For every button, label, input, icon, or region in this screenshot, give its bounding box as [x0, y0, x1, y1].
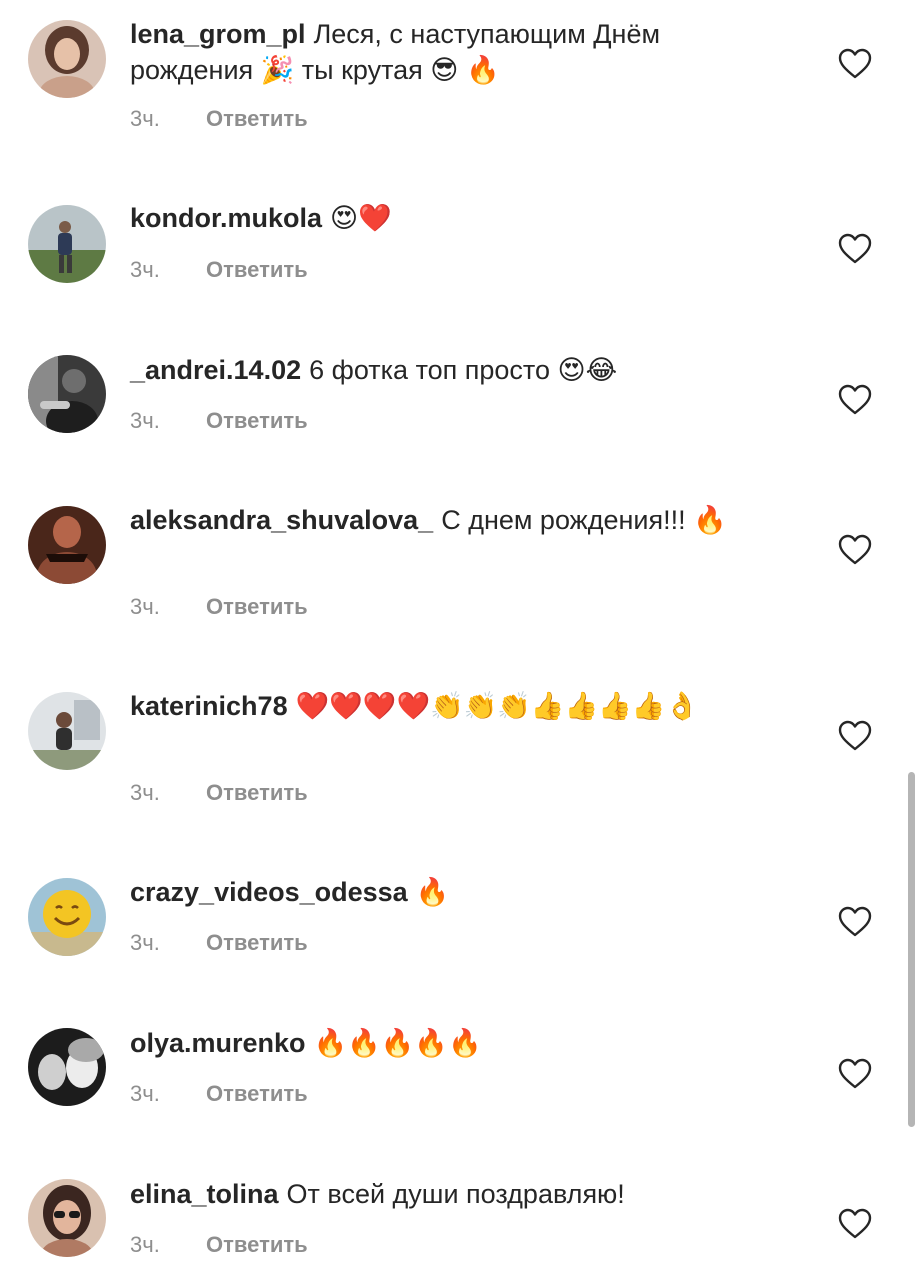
comment-time: 3ч. [130, 594, 160, 619]
comment-text-block: lena_grom_pl Леся, с наступающим Днём рож… [130, 16, 780, 88]
comment-meta: 3ч. Ответить [130, 257, 308, 283]
avatar[interactable] [28, 506, 106, 584]
reply-button[interactable]: Ответить [206, 1081, 308, 1106]
avatar[interactable] [28, 1179, 106, 1257]
comment-time: 3ч. [130, 930, 160, 955]
heart-outline-icon[interactable] [838, 233, 872, 265]
heart-outline-icon[interactable] [838, 1058, 872, 1090]
reply-button[interactable]: Ответить [206, 594, 308, 619]
comment-meta: 3ч. Ответить [130, 1232, 308, 1258]
comment-meta: 3ч. Ответить [130, 930, 308, 956]
comment-meta: 3ч. Ответить [130, 594, 308, 620]
comment-username[interactable]: katerinich78 [130, 691, 288, 721]
reply-button[interactable]: Ответить [206, 257, 308, 282]
reply-button[interactable]: Ответить [206, 106, 308, 131]
heart-outline-icon[interactable] [838, 384, 872, 416]
reply-button[interactable]: Ответить [206, 930, 308, 955]
comment-username[interactable]: olya.murenko [130, 1028, 306, 1058]
avatar[interactable] [28, 1028, 106, 1106]
comment-username[interactable]: crazy_videos_odessa [130, 877, 408, 907]
comment-text-block: _andrei.14.02 6 фотка топ просто 😍😂 [130, 352, 780, 388]
comment-meta: 3ч. Ответить [130, 1081, 308, 1107]
avatar[interactable] [28, 20, 106, 98]
comment-meta: 3ч. Ответить [130, 408, 308, 434]
comment-time: 3ч. [130, 780, 160, 805]
scrollbar[interactable] [908, 772, 915, 1127]
comment-text-block: kondor.mukola 😍❤️ [130, 200, 780, 236]
comment-username[interactable]: _andrei.14.02 [130, 355, 301, 385]
comment-meta: 3ч. Ответить [130, 780, 308, 806]
comment-text-block: olya.murenko 🔥🔥🔥🔥🔥 [130, 1025, 780, 1061]
comment-body: От всей души поздравляю! [286, 1179, 625, 1209]
comment-body: 😍❤️ [330, 203, 392, 233]
comment-username[interactable]: elina_tolina [130, 1179, 279, 1209]
comment-username[interactable]: lena_grom_pl [130, 19, 306, 49]
avatar[interactable] [28, 205, 106, 283]
comment-time: 3ч. [130, 1081, 160, 1106]
comment-username[interactable]: kondor.mukola [130, 203, 322, 233]
comment-meta: 3ч. Ответить [130, 106, 308, 132]
heart-outline-icon[interactable] [838, 534, 872, 566]
comment-username[interactable]: aleksandra_shuvalova_ [130, 505, 433, 535]
heart-outline-icon[interactable] [838, 906, 872, 938]
heart-outline-icon[interactable] [838, 1208, 872, 1240]
comment-body: 🔥 [415, 877, 450, 907]
comment-text-block: crazy_videos_odessa 🔥 [130, 874, 780, 910]
comment-text-block: katerinich78 ❤️❤️❤️❤️👏👏👏👍👍👍👍👌 [130, 688, 780, 724]
comment-body: С днем рождения!!! 🔥 [441, 505, 727, 535]
comment-time: 3ч. [130, 106, 160, 131]
comment-time: 3ч. [130, 1232, 160, 1257]
heart-outline-icon[interactable] [838, 720, 872, 752]
avatar[interactable] [28, 878, 106, 956]
avatar[interactable] [28, 355, 106, 433]
reply-button[interactable]: Ответить [206, 1232, 308, 1257]
reply-button[interactable]: Ответить [206, 408, 308, 433]
comment-body: ❤️❤️❤️❤️👏👏👏👍👍👍👍👌 [295, 691, 700, 721]
comment-body: 🔥🔥🔥🔥🔥 [313, 1028, 482, 1058]
heart-outline-icon[interactable] [838, 48, 872, 80]
reply-button[interactable]: Ответить [206, 780, 308, 805]
avatar[interactable] [28, 692, 106, 770]
comment-text-block: aleksandra_shuvalova_ С днем рождения!!! … [130, 502, 780, 538]
comment-time: 3ч. [130, 257, 160, 282]
comment-text-block: elina_tolina От всей души поздравляю! [130, 1176, 780, 1212]
comment-body: 6 фотка топ просто 😍😂 [309, 355, 618, 385]
comment-time: 3ч. [130, 408, 160, 433]
